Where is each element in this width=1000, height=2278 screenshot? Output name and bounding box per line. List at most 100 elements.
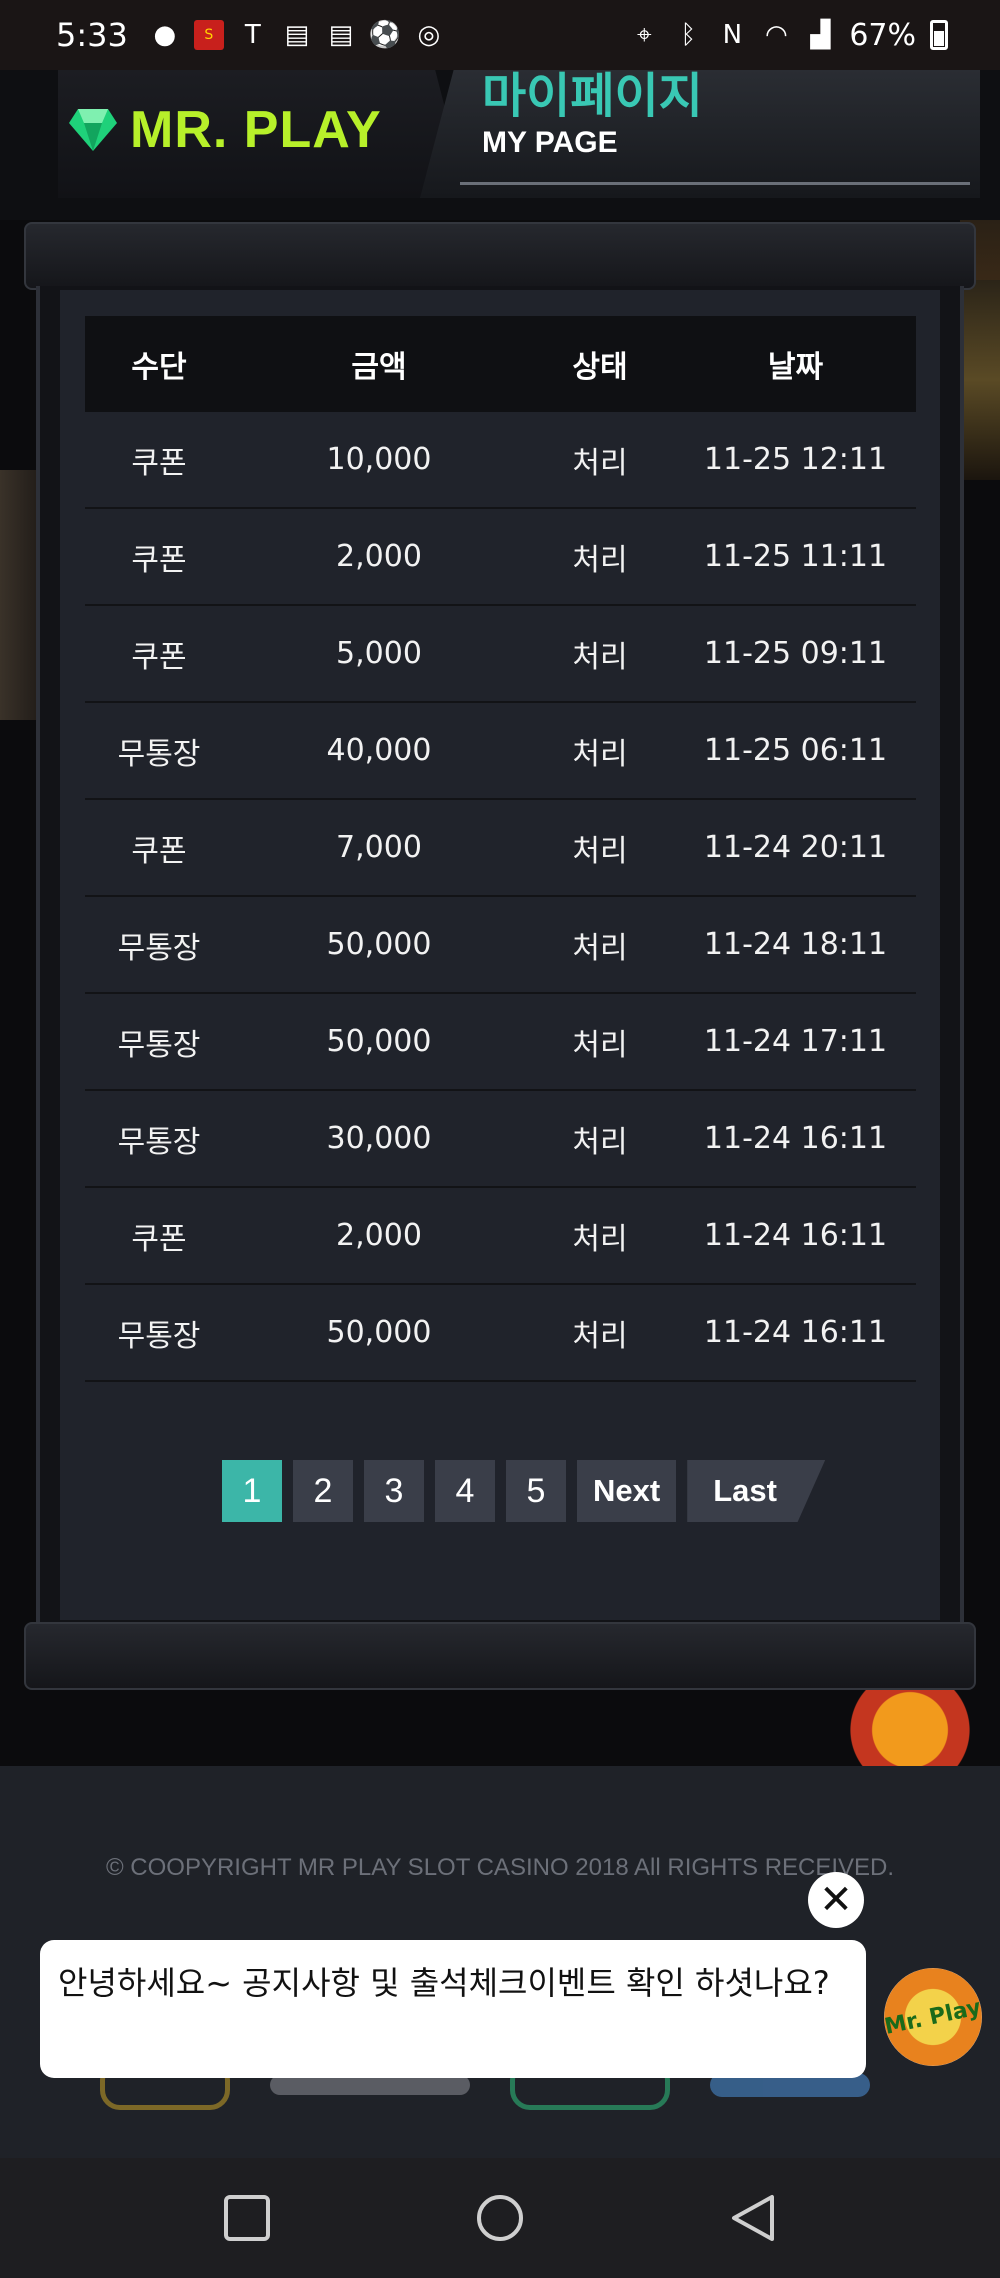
status-cell: 처리 (572, 1027, 628, 1063)
home-button[interactable] (470, 2188, 530, 2248)
square-icon (223, 2195, 270, 2241)
status-cell: 처리 (572, 736, 628, 772)
chat-message-text: 안녕하세요~ 공지사항 및 출석체크이벤트 확인 하셧나요? (58, 1964, 830, 2002)
amount-cell: 50,000 (326, 1315, 432, 1350)
title-underline (460, 182, 970, 185)
amount-cell: 40,000 (326, 733, 432, 768)
call-maker-icon: S (193, 20, 224, 50)
table-row: 쿠폰 5,000 처리 11-25 09:11 (85, 606, 916, 703)
battery-icon (930, 20, 948, 50)
steering-icon: ◎ (417, 20, 441, 50)
scroll-bottom-bar (24, 1622, 976, 1690)
nfc-icon: N (722, 20, 743, 50)
close-icon: ✕ (819, 1877, 853, 1923)
method-cell: 무통장 (117, 1124, 201, 1160)
chat-avatar[interactable]: Mr. Play (882, 1968, 984, 2066)
method-cell: 쿠폰 (131, 542, 187, 578)
recent-apps-button[interactable] (217, 2188, 277, 2248)
table-row: 쿠폰 7,000 처리 11-24 20:11 (85, 800, 916, 897)
bluetooth-icon: ᛒ (680, 20, 697, 50)
soccer-icon: ⚽ (368, 20, 402, 50)
status-cell: 처리 (572, 1221, 628, 1257)
status-bar: 5:33 ● S T ▤ ▤ ⚽ ◎ ⌖ ᛒ N ◠ ▟ 67% (0, 0, 1000, 70)
date-cell: 11-25 12:11 (703, 442, 888, 477)
site-logo[interactable]: MR. PLAY (68, 100, 382, 160)
status-time: 5:33 (56, 16, 128, 54)
page-header: MR. PLAY 마이페이지 MY PAGE (0, 70, 1000, 220)
page-button-5[interactable]: 5 (506, 1460, 566, 1522)
table-row: 쿠폰 2,000 처리 11-24 16:11 (85, 1188, 916, 1285)
method-cell: 쿠폰 (131, 445, 187, 481)
status-cell: 처리 (572, 1124, 628, 1160)
table-row: 무통장 50,000 처리 11-24 16:11 (85, 1285, 916, 1382)
amount-cell: 5,000 (336, 636, 422, 671)
last-page-button[interactable]: Last (687, 1460, 826, 1522)
table-row: 쿠폰 2,000 처리 11-25 11:11 (85, 509, 916, 606)
partner-logo (270, 2075, 470, 2095)
mascot-image (850, 1690, 1000, 1770)
logo-text: MR. PLAY (130, 101, 382, 159)
date-cell: 11-25 11:11 (703, 539, 888, 574)
amount-cell: 10,000 (326, 442, 432, 477)
signal-icon: ▟ (810, 20, 831, 50)
status-cell: 처리 (572, 1318, 628, 1354)
table-row: 무통장 50,000 처리 11-24 17:11 (85, 994, 916, 1091)
amount-cell: 30,000 (326, 1121, 432, 1156)
table-header: 수단 금액 상태 날짜 (85, 316, 916, 412)
table-row: 무통장 30,000 처리 11-24 16:11 (85, 1091, 916, 1188)
date-cell: 11-24 17:11 (703, 1024, 888, 1059)
scroll-top-bar (24, 222, 976, 290)
method-cell: 쿠폰 (131, 833, 187, 869)
status-bar-right: ⌖ ᛒ N ◠ ▟ 67% (629, 18, 948, 53)
pagination: 1 2 3 4 5 Next Last (222, 1460, 826, 1522)
method-cell: 쿠폰 (131, 639, 187, 675)
date-cell: 11-25 06:11 (703, 733, 888, 768)
method-cell: 무통장 (117, 930, 201, 966)
page-button-2[interactable]: 2 (293, 1460, 353, 1522)
t-icon: T (244, 20, 261, 50)
page-button-1[interactable]: 1 (222, 1460, 282, 1522)
table-body: 쿠폰 10,000 처리 11-25 12:11 쿠폰 2,000 처리 11-25 11:1… (85, 412, 916, 1382)
column-header: 상태 (572, 350, 628, 385)
method-cell: 무통장 (117, 736, 201, 772)
date-cell: 11-24 16:11 (703, 1315, 888, 1350)
amount-cell: 2,000 (336, 1218, 422, 1253)
avatar-text: Mr. Play (882, 1994, 984, 2040)
table-row: 무통장 40,000 처리 11-25 06:11 (85, 703, 916, 800)
amount-cell: 50,000 (326, 1024, 432, 1059)
table-row: 쿠폰 10,000 처리 11-25 12:11 (85, 412, 916, 509)
method-cell: 쿠폰 (131, 1221, 187, 1257)
status-cell: 처리 (572, 930, 628, 966)
amount-cell: 7,000 (336, 830, 422, 865)
page-title: MY PAGE (482, 126, 618, 159)
status-bar-left: 5:33 ● S T ▤ ▤ ⚽ ◎ (56, 16, 444, 54)
circle-icon (476, 2195, 523, 2241)
wifi-icon: ◠ (764, 20, 788, 50)
date-cell: 11-24 16:11 (703, 1218, 888, 1253)
status-cell: 처리 (572, 542, 628, 578)
column-header: 날짜 (767, 350, 824, 385)
column-header: 수단 (131, 350, 187, 385)
transaction-table: 수단 금액 상태 날짜 쿠폰 10,000 처리 11-25 12:11 쿠폰 2,000… (85, 316, 916, 1382)
page-title-korean: 마이페이지 (482, 68, 703, 124)
page-button-4[interactable]: 4 (435, 1460, 495, 1522)
date-cell: 11-25 09:11 (703, 636, 888, 671)
amount-cell: 2,000 (336, 539, 422, 574)
location-icon: ⌖ (636, 19, 652, 50)
date-cell: 11-24 18:11 (703, 927, 888, 962)
chat-message-bubble[interactable]: 안녕하세요~ 공지사항 및 출석체크이벤트 확인 하셧나요? (40, 1940, 866, 2078)
status-cell: 처리 (572, 445, 628, 481)
next-page-button[interactable]: Next (577, 1460, 677, 1522)
amount-cell: 50,000 (326, 927, 432, 962)
system-nav-bar (0, 2158, 1000, 2278)
back-triangle-icon (732, 2195, 775, 2241)
close-chat-button[interactable]: ✕ (808, 1872, 864, 1928)
date-cell: 11-24 16:11 (703, 1121, 888, 1156)
notification-icon: ● (153, 20, 177, 50)
page-button-3[interactable]: 3 (364, 1460, 424, 1522)
calendar-icon: ▤ (328, 20, 354, 50)
battery-percent: 67% (849, 17, 916, 53)
status-cell: 처리 (572, 833, 628, 869)
back-button[interactable] (723, 2188, 783, 2248)
table-row: 무통장 50,000 처리 11-24 18:11 (85, 897, 916, 994)
